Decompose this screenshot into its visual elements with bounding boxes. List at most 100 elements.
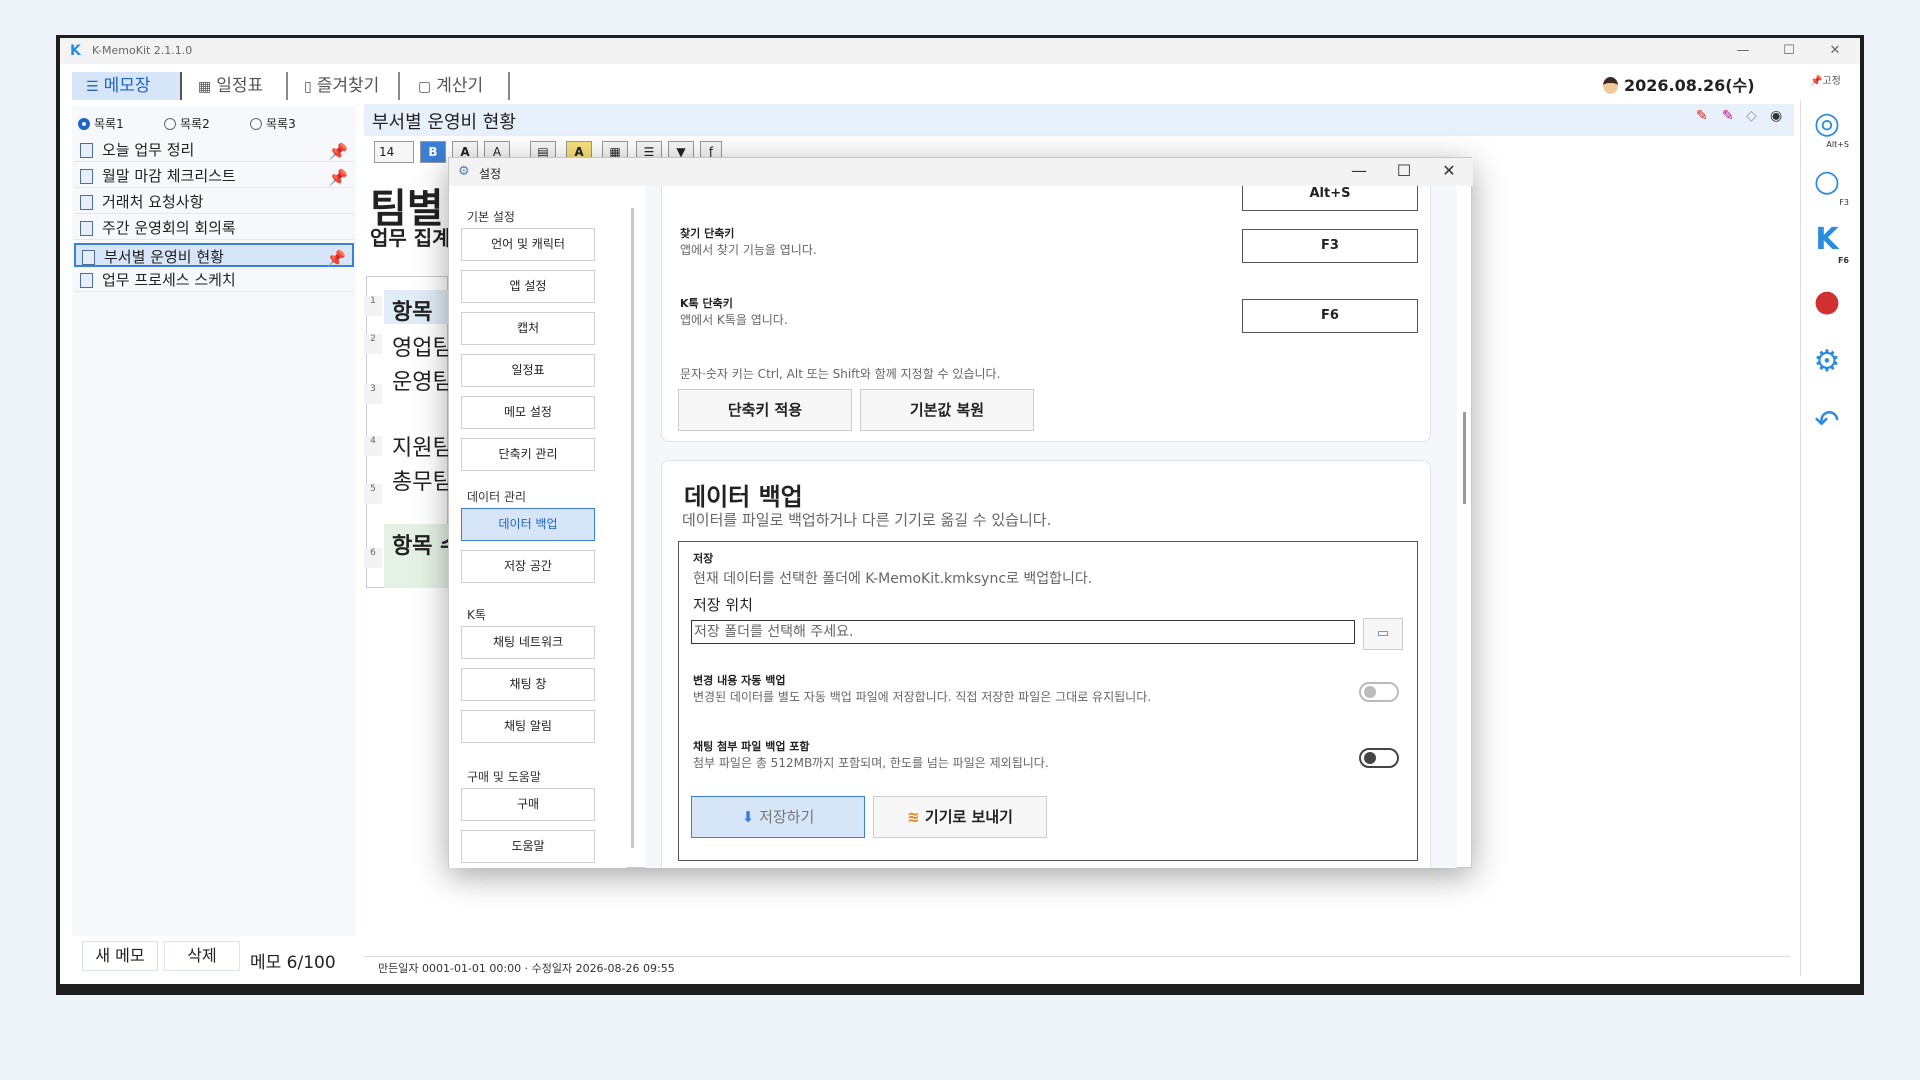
undo-button[interactable]: ↶ (1805, 400, 1849, 444)
pin-icon[interactable]: 📌 (328, 140, 348, 164)
search-button[interactable]: ○ F3 (1805, 160, 1849, 207)
avatar (1603, 77, 1618, 94)
memo-title: 월말 마감 체크리스트 (102, 167, 236, 185)
location-label: 저장 위치 (693, 596, 753, 614)
apply-shortcut-button[interactable]: 단축키 적용 (678, 389, 852, 431)
nav-help[interactable]: 도움말 (461, 830, 595, 863)
calculator-icon: ▢ (418, 79, 432, 95)
new-memo-button[interactable]: 새 메모 (82, 941, 158, 971)
tab-calculator[interactable]: ▢ 계산기 (404, 72, 510, 100)
pin-label: 고정 (1822, 76, 1841, 87)
search-icon: ○ (1813, 164, 1841, 199)
memo-title: 업무 프로세스 스케치 (102, 271, 236, 289)
tab-memo[interactable]: ☰ 메모장 (72, 72, 182, 100)
radio-icon (164, 118, 176, 130)
auto-backup-desc: 변경된 데이터를 별도 자동 백업 파일에 저장합니다. 직접 저장한 파일은 … (693, 690, 1152, 704)
maximize-button[interactable]: ☐ (1766, 41, 1812, 61)
eraser-icon[interactable]: ◇ (1746, 108, 1757, 124)
nav-chat-window[interactable]: 채팅 창 (461, 668, 595, 701)
delete-memo-button[interactable]: 삭제 (164, 941, 240, 971)
capture-key-field[interactable]: Alt+S (1242, 186, 1418, 211)
memo-item[interactable]: 주간 운영회의 회의록 (74, 216, 354, 240)
memo-title: 오늘 업무 정리 (102, 141, 195, 159)
bold-button[interactable]: B (420, 141, 446, 163)
settings-title-bar: ⚙ 설정 — ☐ ✕ (449, 158, 1473, 186)
row-number: 3 (364, 384, 382, 404)
backup-desc: 데이터를 파일로 백업하거나 다른 기기로 옮길 수 있습니다. (682, 511, 1052, 529)
memo-item[interactable]: 거래처 요청사항 (74, 190, 354, 214)
memo-item[interactable]: 업무 프로세스 스케치 (74, 268, 354, 292)
auto-backup-toggle[interactable] (1359, 682, 1399, 702)
pin-window-button[interactable]: 📌고정 (1810, 72, 1841, 87)
list-tab-1[interactable]: 목록1 (78, 115, 124, 132)
red-pen-icon[interactable]: ✎ (1696, 108, 1708, 124)
document-icon (80, 195, 93, 210)
location-input[interactable]: 저장 폴더를 선택해 주세요. (691, 620, 1355, 644)
reset-shortcut-button[interactable]: 기본값 복원 (860, 389, 1034, 431)
content-scrollbar[interactable] (1463, 412, 1466, 504)
settings-button[interactable]: ⚙ (1805, 340, 1849, 384)
save-label: 저장 (693, 552, 714, 565)
ktalk-key-field[interactable]: F6 (1242, 299, 1418, 333)
nav-purchase[interactable]: 구매 (461, 788, 595, 821)
list-tab-2[interactable]: 목록2 (164, 115, 210, 132)
dialog-minimize-button[interactable]: — (1339, 161, 1379, 180)
send-device-label: 기기로 보내기 (924, 808, 1013, 826)
font-size-value: 14 (379, 145, 395, 159)
close-button[interactable]: ✕ (1812, 41, 1858, 61)
app-logo-icon: K (70, 43, 81, 59)
nav-capture[interactable]: 캡처 (461, 312, 595, 345)
list-tab-3[interactable]: 목록3 (250, 115, 296, 132)
memo-item-selected[interactable]: 부서별 운영비 현황 📌 (74, 243, 354, 268)
dialog-maximize-button[interactable]: ☐ (1384, 161, 1424, 180)
tab-favorites[interactable]: ▯ 즐겨찾기 (290, 72, 400, 100)
nav-language[interactable]: 언어 및 캐릭터 (461, 228, 595, 261)
send-device-button[interactable]: ≋ 기기로 보내기 (873, 796, 1047, 838)
tab-calendar-label: 일정표 (216, 76, 264, 96)
toggle-knob (1364, 686, 1376, 698)
minimize-button[interactable]: — (1720, 41, 1766, 61)
tab-calculator-label: 계산기 (436, 76, 484, 96)
shortcut-label: F3 (1839, 198, 1849, 207)
nav-chat-network[interactable]: 채팅 네트워크 (461, 626, 595, 659)
editor-header (364, 104, 1794, 136)
list-tab-1-label: 목록1 (94, 117, 124, 131)
shortcut-note: 문자·숫자 키는 Ctrl, Alt 또는 Shift와 함께 지정할 수 있습… (680, 367, 1001, 381)
nav-memo-settings[interactable]: 메모 설정 (461, 396, 595, 429)
gear-icon: ⚙ (1813, 344, 1841, 379)
document-icon (80, 273, 93, 288)
memo-title-field[interactable]: 부서별 운영비 현황 (372, 108, 516, 134)
folder-picker-button[interactable]: ▭ (1363, 618, 1403, 650)
memo-item[interactable]: 월말 마감 체크리스트 📌 (74, 164, 354, 188)
capture-button[interactable]: ◎ Alt+S (1805, 102, 1849, 149)
backup-title: 데이터 백업 (684, 483, 803, 511)
tab-calendar[interactable]: ▦ 일정표 (184, 72, 288, 100)
game-button[interactable]: ● (1805, 280, 1849, 324)
toggle-knob (1364, 752, 1376, 764)
nav-shortcuts[interactable]: 단축키 관리 (461, 438, 595, 471)
attach-backup-toggle[interactable] (1359, 748, 1399, 768)
save-desc: 현재 데이터를 선택한 폴더에 K-MemoKit.kmksync로 백업합니다… (693, 571, 1093, 587)
dialog-close-button[interactable]: ✕ (1429, 161, 1469, 180)
memo-item[interactable]: 오늘 업무 정리 📌 (74, 138, 354, 162)
font-size-stepper[interactable]: 14 (374, 141, 414, 163)
eye-icon[interactable]: ◉ (1770, 108, 1782, 124)
nav-calendar[interactable]: 일정표 (461, 354, 595, 387)
nav-app-settings[interactable]: 앱 설정 (461, 270, 595, 303)
nav-scrollbar[interactable] (631, 208, 634, 848)
memo-icon: ☰ (86, 79, 99, 95)
shortcut-label: Alt+S (1826, 140, 1849, 149)
save-backup-button[interactable]: ⬇ 저장하기 (691, 796, 865, 838)
find-key-field[interactable]: F3 (1242, 229, 1418, 263)
pen-icon[interactable]: ✎ (1722, 108, 1734, 124)
gear-icon: ⚙ (458, 164, 470, 179)
k-talk-icon: K (1815, 222, 1839, 257)
nav-chat-notify[interactable]: 채팅 알림 (461, 710, 595, 743)
memo-title: 주간 운영회의 회의록 (102, 219, 236, 237)
k-talk-button[interactable]: K F6 (1805, 218, 1849, 265)
memo-count: 메모 6/100 (250, 953, 336, 973)
calendar-icon: ▦ (198, 79, 212, 95)
nav-storage[interactable]: 저장 공간 (461, 550, 595, 583)
pin-icon[interactable]: 📌 (328, 166, 348, 190)
nav-data-backup[interactable]: 데이터 백업 (461, 508, 595, 541)
